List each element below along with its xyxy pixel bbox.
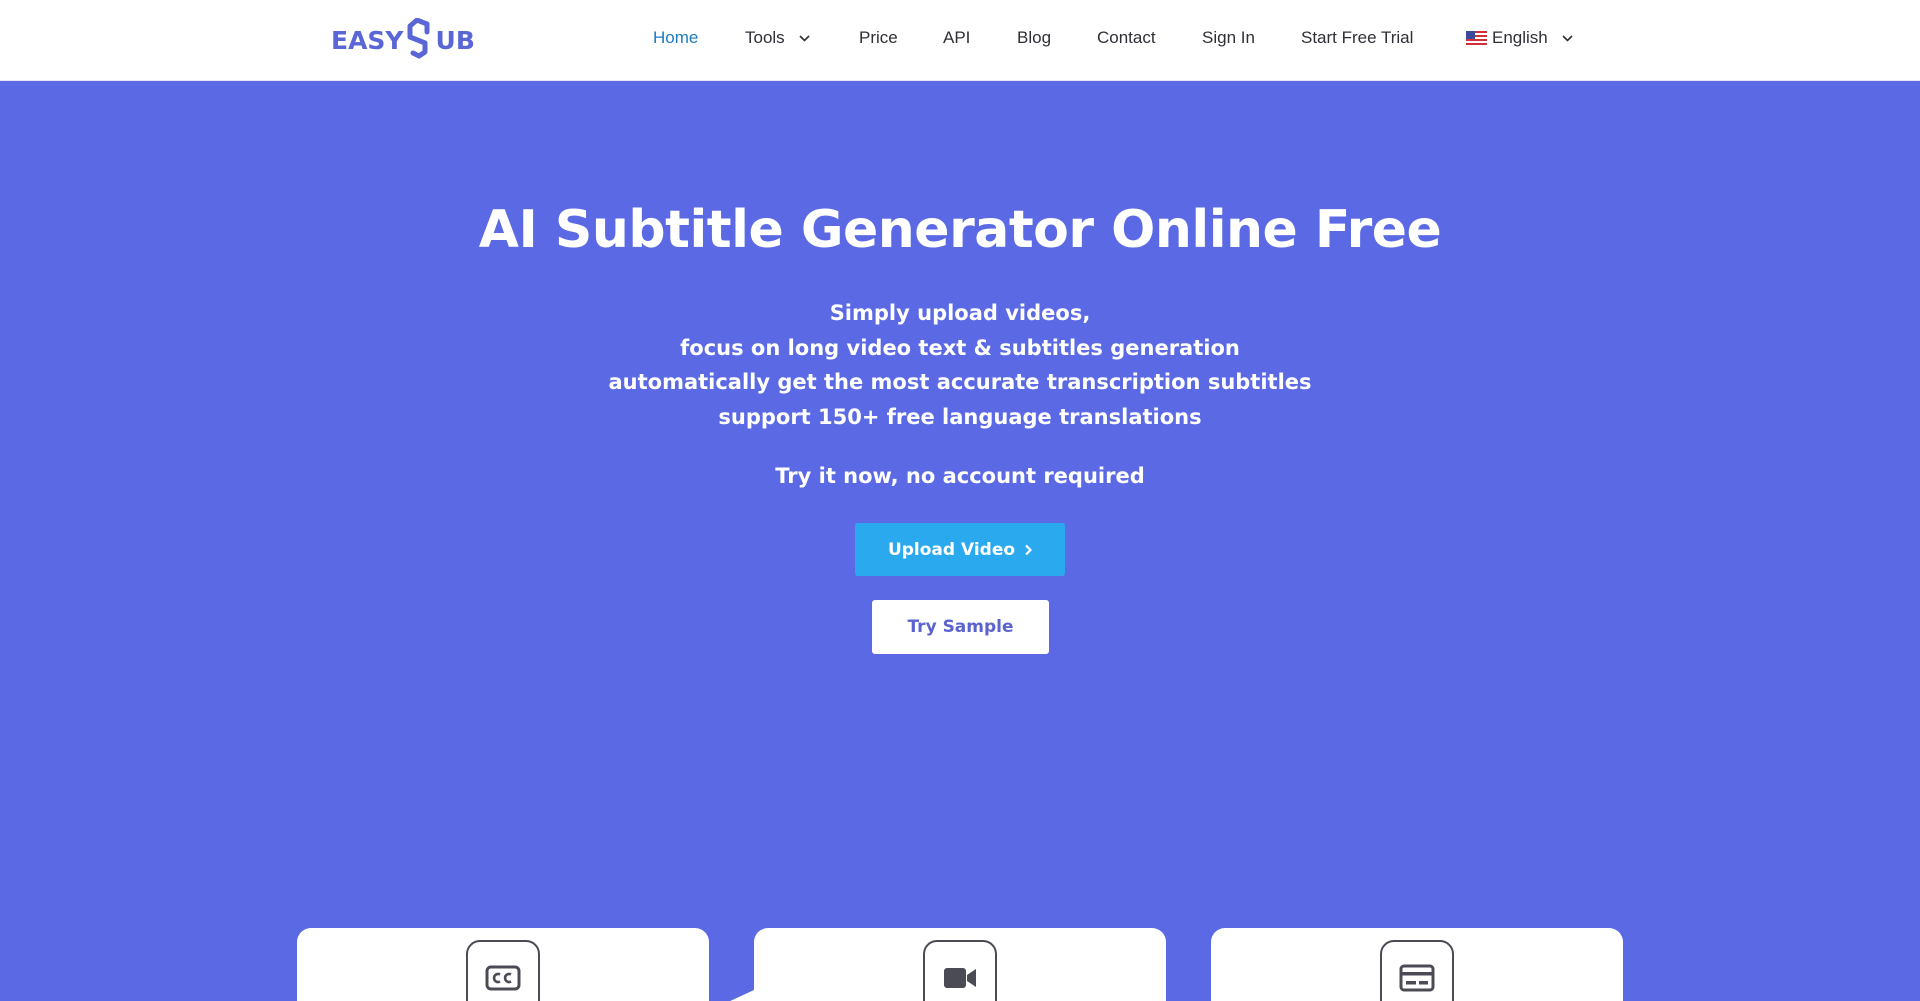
feature-icon-box: [466, 940, 540, 1001]
language-selector[interactable]: English: [1466, 28, 1573, 48]
hero-line: support 150+ free language translations: [718, 404, 1202, 429]
hero-line: Simply upload videos,: [829, 301, 1091, 325]
feature-icon-box: [1380, 940, 1454, 1001]
us-flag-icon: [1466, 31, 1487, 45]
cta-note: Try it now, no account required: [775, 464, 1145, 488]
main-nav: Home Tools Price API Blog Contact Sign I…: [0, 0, 1920, 78]
video-camera-icon: [944, 968, 976, 988]
feature-icon-box: [923, 940, 997, 1001]
nav-contact[interactable]: Contact: [1097, 28, 1156, 48]
chevron-right-icon: [1025, 544, 1033, 555]
nav-tools[interactable]: Tools: [745, 28, 810, 48]
subtitles-card-icon: [1399, 964, 1435, 992]
nav-price[interactable]: Price: [859, 28, 898, 48]
chevron-down-icon: [1562, 34, 1573, 42]
closed-captions-icon: [485, 965, 521, 991]
site-header: EASY UB Home Tools Price API Blog Contac…: [0, 0, 1920, 81]
decorative-shard: [728, 990, 754, 1001]
upload-video-button[interactable]: Upload Video: [855, 523, 1065, 576]
nav-sign-in[interactable]: Sign In: [1202, 28, 1255, 48]
try-sample-button[interactable]: Try Sample: [872, 600, 1049, 654]
nav-api[interactable]: API: [943, 28, 970, 48]
hero-line: automatically get the most accurate tran…: [608, 370, 1312, 394]
nav-blog[interactable]: Blog: [1017, 28, 1051, 48]
nav-tools-label: Tools: [745, 28, 785, 47]
nav-home[interactable]: Home: [653, 28, 698, 48]
language-label: English: [1492, 28, 1548, 47]
hero-line: focus on long video text & subtitles gen…: [680, 335, 1240, 360]
hero-title: AI Subtitle Generator Online Free: [478, 200, 1442, 260]
nav-start-free-trial[interactable]: Start Free Trial: [1301, 28, 1413, 48]
chevron-down-icon: [799, 34, 810, 42]
upload-video-label: Upload Video: [887, 539, 1016, 560]
hero-description: Simply upload videos, focus on long vide…: [0, 296, 1920, 434]
